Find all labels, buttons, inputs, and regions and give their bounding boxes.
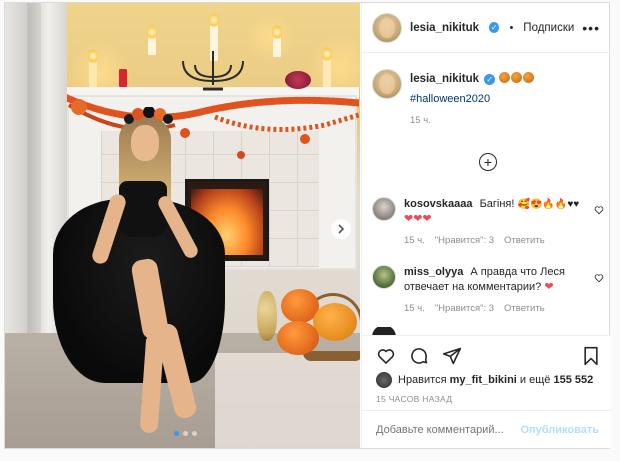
following-button[interactable]: Подписки xyxy=(523,22,574,34)
comment-item-partial xyxy=(372,327,604,335)
comment-emoji: 🥰😍🔥🔥♥♥ xyxy=(517,199,580,210)
carousel-dot xyxy=(174,431,179,436)
comment-form: Опубликовать xyxy=(362,410,611,448)
heart-icon[interactable] xyxy=(594,205,604,218)
caption-username[interactable]: lesia_nikituk xyxy=(410,73,479,85)
jack-o-lantern-icon xyxy=(499,72,511,83)
heart-emoji-icon: ❤ xyxy=(544,281,554,293)
comment-input[interactable] xyxy=(376,423,521,436)
post-card: lesia_nikituk ✓ • Подписки ••• lesia_nik… xyxy=(4,2,611,449)
share-icon[interactable] xyxy=(442,346,462,366)
likes-user[interactable]: my_fit_bikini xyxy=(450,374,517,386)
header-username[interactable]: lesia_nikituk xyxy=(410,22,479,34)
verified-badge-icon: ✓ xyxy=(489,22,500,33)
jack-o-lantern-icon xyxy=(511,72,523,83)
comment-likes[interactable]: "Нравится": 3 xyxy=(435,303,494,314)
likes-summary: Нравится my_fit_bikini и ещё 155 552 xyxy=(362,368,611,388)
heart-icon[interactable] xyxy=(594,273,604,286)
post-header: lesia_nikituk ✓ • Подписки ••• xyxy=(362,3,610,53)
comment-username[interactable]: kosovskaaaa xyxy=(404,198,473,210)
heart-emoji-icon: ❤❤❤ xyxy=(404,213,432,225)
plus-circle-icon[interactable]: + xyxy=(479,153,497,171)
carousel-dot xyxy=(192,431,197,436)
comment-time: 15 ч. xyxy=(404,235,425,246)
avatar[interactable] xyxy=(372,69,402,99)
more-options-icon[interactable]: ••• xyxy=(582,20,600,36)
flower-crown xyxy=(124,107,173,124)
carousel-dots xyxy=(174,431,197,436)
comment-text: Багіня! xyxy=(479,198,515,210)
reply-button[interactable]: Ответить xyxy=(504,235,545,246)
comment-item: kosovskaaaa Багіня! 🥰😍🔥🔥♥♥ ❤❤❤ 15 ч. "Нр… xyxy=(372,197,604,246)
hashtag-link[interactable]: #halloween2020 xyxy=(410,93,534,105)
publish-button[interactable]: Опубликовать xyxy=(520,424,599,436)
heart-icon[interactable] xyxy=(376,346,396,366)
verified-badge-icon: ✓ xyxy=(484,74,496,85)
likes-middle: и ещё xyxy=(519,374,551,386)
post-timestamp[interactable]: 15 ЧАСОВ НАЗАД xyxy=(362,388,611,404)
avatar[interactable] xyxy=(376,372,392,388)
post-photo[interactable] xyxy=(5,3,360,448)
reply-button[interactable]: Ответить xyxy=(504,303,545,314)
comment-icon[interactable] xyxy=(409,346,429,366)
halloween-garland xyxy=(65,93,359,159)
comment-likes[interactable]: "Нравится": 3 xyxy=(435,235,494,246)
carousel-dot xyxy=(183,431,188,436)
post-sidebar: lesia_nikituk ✓ • Подписки ••• lesia_nik… xyxy=(361,3,611,448)
jack-o-lantern-icon xyxy=(523,72,535,83)
likes-count[interactable]: 155 552 xyxy=(553,374,593,386)
header-separator: • xyxy=(509,21,514,34)
comment-username[interactable]: miss_olyya xyxy=(404,266,463,278)
action-bar: Нравится my_fit_bikini и ещё 155 552 15 … xyxy=(362,335,611,448)
comment-item: miss_olyya А правда что Леся отвечает на… xyxy=(372,265,604,314)
caption: lesia_nikituk ✓ #halloween2020 15 ч. xyxy=(372,69,602,126)
likes-prefix: Нравится xyxy=(398,374,447,386)
avatar[interactable] xyxy=(372,12,402,43)
avatar[interactable] xyxy=(372,197,396,221)
comment-time: 15 ч. xyxy=(404,303,425,314)
caption-time: 15 ч. xyxy=(410,115,431,126)
bookmark-icon[interactable] xyxy=(581,346,601,366)
candelabra xyxy=(182,51,244,91)
avatar[interactable] xyxy=(372,265,396,289)
chevron-right-icon[interactable] xyxy=(331,219,351,239)
